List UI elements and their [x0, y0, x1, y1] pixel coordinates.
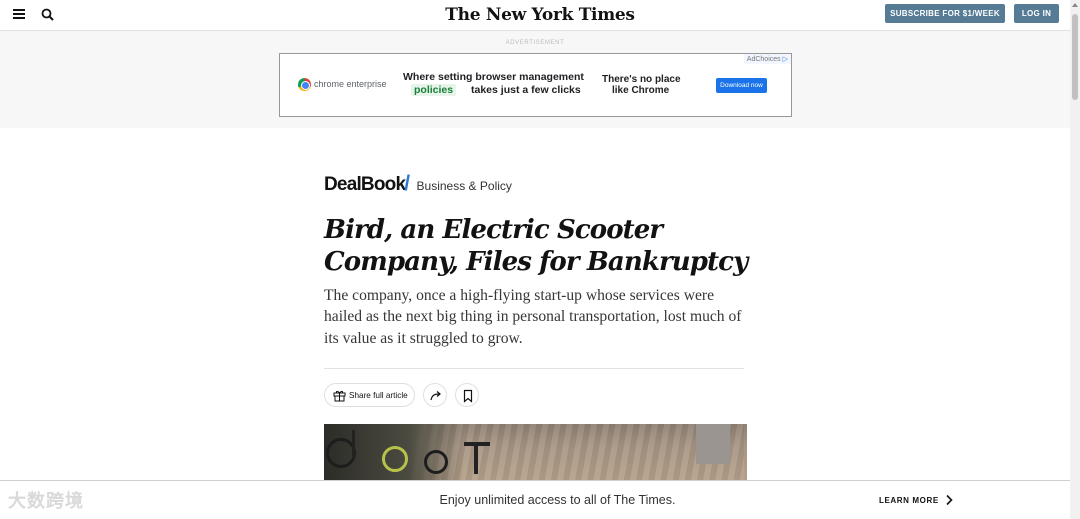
- chevron-right-icon[interactable]: [944, 494, 954, 506]
- section-link[interactable]: Business & Policy: [417, 179, 512, 193]
- chrome-logo-icon: [298, 78, 311, 91]
- subscribe-button[interactable]: SUBSCRIBE FOR $1/WEEK: [885, 4, 1005, 23]
- article-kicker: DealBook/ Business & Policy: [324, 172, 512, 196]
- scooter-handle: [474, 444, 478, 474]
- article-photo: [324, 424, 747, 482]
- ad-tagline-line1: There's no place: [602, 74, 681, 85]
- save-button[interactable]: [455, 383, 479, 407]
- ad-label: ADVERTISEMENT: [505, 40, 565, 46]
- ad-headline-line2: takes just a few clicks: [471, 84, 581, 96]
- scooter-handlebar: [464, 442, 490, 446]
- share-full-article-button[interactable]: Share full article: [324, 383, 415, 407]
- subscription-bar: 大数跨境 Enjoy unlimited access to all of Th…: [0, 480, 1070, 519]
- scooter-handle: [352, 430, 355, 460]
- dealbook-slash: /: [404, 172, 411, 195]
- photo-pole: [696, 424, 730, 464]
- top-bar: The New York Times SUBSCRIBE FOR $1/WEEK…: [0, 0, 1080, 31]
- adchoices-link[interactable]: AdChoices ▷: [743, 54, 791, 64]
- article-summary: The company, once a high-flying start-up…: [324, 287, 742, 347]
- share-icon: [430, 391, 441, 401]
- ad-tagline-line2: like Chrome: [612, 85, 670, 96]
- scooter-wheel: [424, 450, 448, 474]
- scroll-thumb[interactable]: [1072, 14, 1078, 100]
- learn-more-link[interactable]: LEARN MORE: [879, 496, 939, 505]
- ad-headline-highlight: policies: [411, 84, 457, 96]
- dealbook-column-link[interactable]: DealBook: [324, 174, 406, 195]
- ad-download-button[interactable]: Download now: [716, 78, 767, 93]
- scroll-up-arrow-icon[interactable]: [1072, 3, 1078, 7]
- gift-icon: [333, 390, 346, 402]
- bookmark-icon: [463, 389, 473, 403]
- ad-brand: chrome enterprise: [314, 79, 387, 89]
- share-full-article-label: Share full article: [349, 391, 408, 400]
- page-scrollbar[interactable]: [1070, 0, 1080, 519]
- scooter-wheel: [382, 446, 408, 472]
- ad-banner[interactable]: AdChoices ▷ chrome enterprise Where sett…: [279, 53, 792, 117]
- login-button[interactable]: LOG IN: [1014, 4, 1059, 23]
- ad-band: ADVERTISEMENT AdChoices ▷ chrome enterpr…: [0, 31, 1070, 128]
- ad-headline-line1: Where setting browser management: [403, 71, 584, 83]
- article-headline: Bird, an Electric Scooter Company, Files…: [324, 215, 748, 277]
- divider: [324, 368, 744, 369]
- share-button[interactable]: [423, 383, 447, 407]
